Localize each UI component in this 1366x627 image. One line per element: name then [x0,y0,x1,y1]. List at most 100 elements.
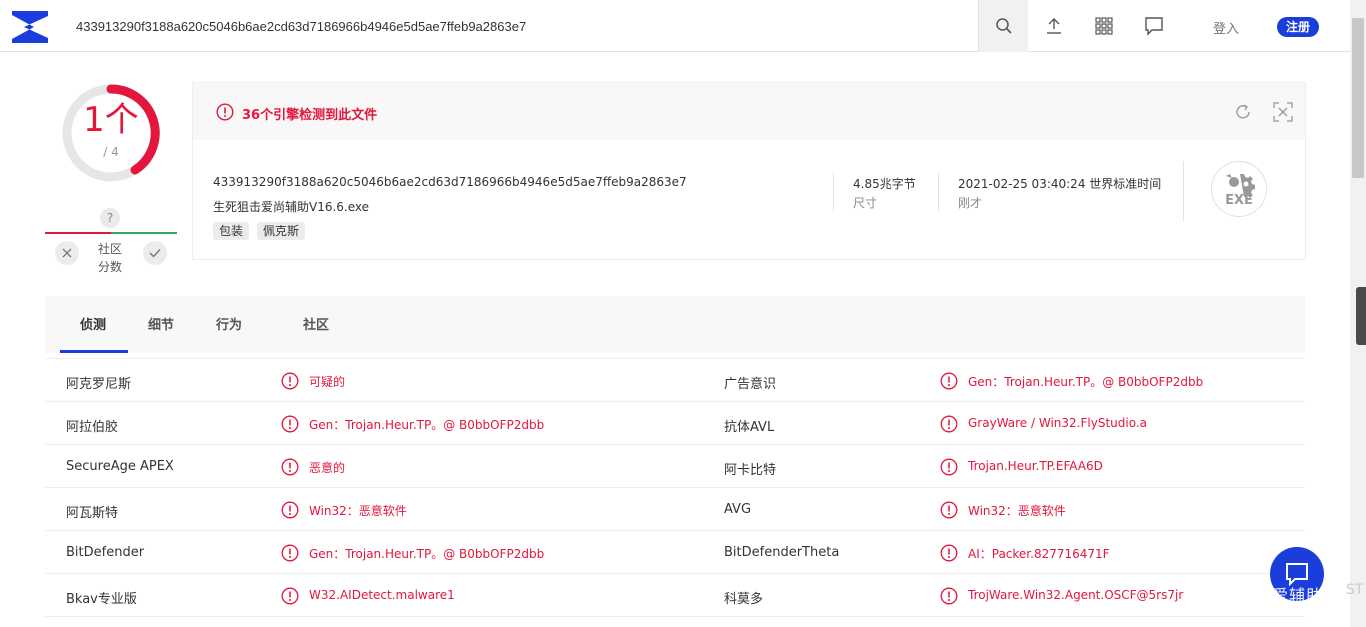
detection-result: 可疑的 [309,375,346,389]
detection-result: Gen：Trojan.Heur.TP。@ B0bbOFP2dbb [968,375,1204,389]
table-row: BitDefender Gen：Trojan.Heur.TP。@ B0bbOFP… [45,531,1305,574]
community-score-help[interactable]: ? [100,208,120,228]
top-bar: 登入 注册 [0,0,1350,52]
engine-name: Bkav专业版 [66,592,137,607]
vote-harmful-button[interactable] [55,241,79,265]
detection-result: AI：Packer.827716471F [968,547,1110,561]
file-size-label: 尺寸 [853,196,878,210]
divider [938,173,939,211]
engine-name: 阿卡比特 [724,463,777,478]
alert-icon [281,501,299,519]
detection-count: 1个 [83,100,139,140]
detection-total: / 4 [103,145,119,159]
file-type-badge [1211,161,1267,217]
search-button[interactable] [978,0,1028,52]
alert-icon [940,544,958,562]
tab-behavior[interactable]: 行为 [216,314,242,333]
tab-detection[interactable]: 侦测 [80,314,106,333]
report-tabs: 侦测 细节 行为 社区 [45,296,1305,353]
table-row: 阿瓦斯特 Win32：恶意软件 AVG Win32：恶意软件 [45,488,1305,531]
table-row: 阿克罗尼斯 可疑的 广告意识 Gen：Trojan.Heur.TP。@ B0bb… [45,359,1305,402]
detection-result: W32.AIDetect.malware1 [309,588,455,602]
detections-table: 阿克罗尼斯 可疑的 广告意识 Gen：Trojan.Heur.TP。@ B0bb… [45,358,1305,617]
close-icon [62,248,72,258]
alert-icon [281,372,299,390]
logo-icon[interactable] [10,9,50,45]
alert-icon [940,415,958,433]
search-input[interactable] [62,4,978,48]
analysis-date-value: 2021-02-25 03:40:24 世界标准时间 [958,177,1162,191]
apps-button[interactable] [1092,14,1116,38]
file-type-label: EXE [1225,193,1253,208]
engine-name: AVG [724,502,752,517]
reload-icon[interactable] [1233,102,1253,122]
alert-icon [281,458,299,476]
alert-icon [940,501,958,519]
detection-result: 恶意的 [309,461,346,475]
analysis-date-label: 刚才 [958,196,983,210]
community-bar-negative [45,232,111,234]
engine-name: BitDefenderTheta [724,545,840,560]
detection-result: TrojWare.Win32.Agent.OSCF@5rs7jr [968,588,1184,602]
alert-icon [940,587,958,605]
alert-icon [216,103,234,121]
engine-name: 科莫多 [724,592,764,607]
summary-header: 36个引擎检测到此文件 [193,83,1305,140]
alert-icon [940,372,958,390]
file-hash[interactable]: 433913290f3188a620c5046b6ae2cd63d7186966… [213,175,687,189]
engine-name: 阿克罗尼斯 [66,377,132,392]
tab-community[interactable]: 社区 [303,314,329,333]
community-bar-positive [111,232,177,234]
vote-harmless-button[interactable] [143,241,167,265]
search-icon [995,18,1012,34]
chat-icon [1145,17,1163,36]
detection-result: Gen：Trojan.Heur.TP。@ B0bbOFP2dbb [309,418,545,432]
upload-button[interactable] [1042,14,1066,38]
community-label-line-2: 分数 [97,260,122,274]
file-summary-card: 36个引擎检测到此文件 433913290f3188a620c5046b6ae2… [192,82,1306,260]
alert-icon [281,544,299,562]
exe-icon [1226,174,1255,198]
divider [833,173,834,211]
engine-name: 阿瓦斯特 [66,506,119,521]
active-tab-indicator [60,350,128,353]
community-score-label: 社区 分数 [90,240,130,276]
side-widget-handle[interactable] [1356,287,1366,345]
upload-icon [1047,18,1061,34]
engine-name: 抗体AVL [724,420,775,435]
watermark-suffix: ST [1346,582,1364,598]
community-label-line-1: 社区 [97,242,122,256]
expand-icon[interactable] [1272,101,1294,123]
detection-result: Trojan.Heur.TP.EFAA6D [968,459,1103,473]
alert-icon [940,458,958,476]
tab-details[interactable]: 细节 [148,314,174,333]
file-tags: 包装 佩克斯 [213,222,306,240]
file-size-value: 4.85兆字节 [853,177,916,191]
detection-result: Gen：Trojan.Heur.TP。@ B0bbOFP2dbb [309,547,545,561]
community-chat-button[interactable] [1142,14,1166,38]
check-icon [149,249,161,258]
detection-alert-text: 36个引擎检测到此文件 [242,108,378,123]
table-row: 阿拉伯胶 Gen：Trojan.Heur.TP。@ B0bbOFP2dbb 抗体… [45,402,1305,445]
app: 登入 注册 1个 / 4 ? 社区 分数 [0,0,1366,627]
tag-item[interactable]: 佩克斯 [257,222,306,240]
engine-name: SecureAge APEX [66,459,174,474]
table-row: SecureAge APEX 恶意的 阿卡比特 Trojan.Heur.TP.E… [45,445,1305,488]
engine-name: BitDefender [66,545,145,560]
detection-result: GrayWare / Win32.FlyStudio.a [968,416,1148,430]
alert-icon [281,415,299,433]
register-button[interactable]: 注册 [1277,17,1319,37]
alert-icon [281,587,299,605]
detection-result: Win32：恶意软件 [968,504,1066,518]
community-score-bar [45,232,177,234]
grid-icon [1095,17,1113,35]
watermark-text: 爱辅助 [1272,586,1324,605]
scrollbar-thumb[interactable] [1352,18,1364,178]
tag-item[interactable]: 包装 [213,222,250,240]
engine-name: 广告意识 [724,377,777,392]
file-name: 生死狙击爱尚辅助V16.6.exe [213,200,370,214]
table-row: Bkav专业版 W32.AIDetect.malware1 科莫多 TrojWa… [45,574,1305,617]
login-link[interactable]: 登入 [1213,18,1239,37]
detection-result: Win32：恶意软件 [309,504,407,518]
divider [1183,161,1184,221]
